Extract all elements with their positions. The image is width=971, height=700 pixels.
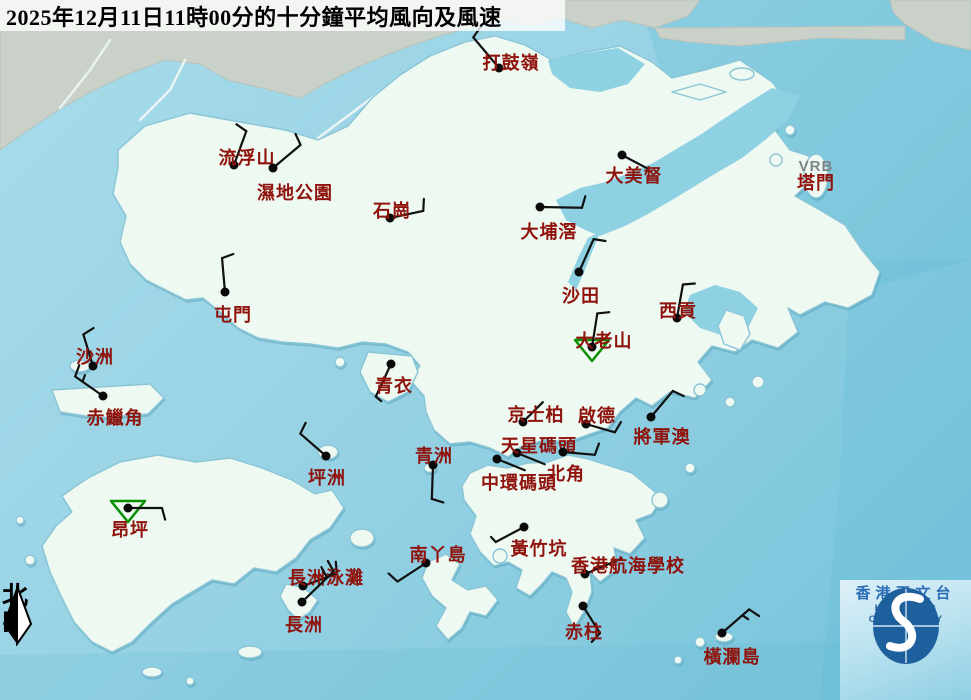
station-label: 香港航海學校 [570, 555, 685, 576]
station-dot[interactable] [493, 455, 502, 464]
station-dot[interactable] [575, 268, 584, 277]
wind-barb-shaft [432, 465, 433, 499]
map-title: 2025年12月11日11時00分的十分鐘平均風向及風速 [0, 0, 565, 31]
station-dot[interactable] [647, 413, 656, 422]
compass-needle-icon [2, 584, 36, 646]
station-label: 赤柱 [565, 621, 603, 642]
station-label: 西貢 [659, 301, 697, 321]
station-label: 沙洲 [76, 347, 114, 367]
station-dot[interactable] [618, 151, 627, 160]
wind-barb-tick [597, 312, 609, 313]
station-label: 北角 [547, 463, 585, 484]
wind-map: 打鼓嶺流浮山濕地公園石崗 大美督大埔滘沙田西貢大老山 屯門沙洲赤鱲角 青衣坪洲 青洲 京士… [0, 0, 971, 700]
station-label: 南丫島 [410, 544, 467, 565]
station-label: 啟德 [578, 405, 616, 426]
station-label: 黃竹坑 [510, 538, 568, 559]
station-dot[interactable] [536, 203, 545, 212]
wind-barb-tick [423, 199, 424, 211]
station-dot[interactable] [387, 360, 396, 369]
station-label: 屯門 [214, 304, 252, 325]
station-label: 大老山 [576, 330, 633, 351]
station-dot[interactable] [99, 392, 108, 401]
wind-barb-tick [683, 283, 695, 284]
basemap: 打鼓嶺流浮山濕地公園石崗 大美督大埔滘沙田西貢大老山 屯門沙洲赤鱲角 青衣坪洲 青洲 京士… [0, 0, 971, 700]
station-label: 昂坪 [111, 520, 149, 540]
station-dot[interactable] [221, 288, 230, 297]
station-label: 石崗 [372, 200, 411, 221]
north-indicator: 北 N [2, 584, 36, 638]
hko-logo[interactable]: 香港天文台 HONG KONG OBSERVATORY [840, 580, 971, 700]
hko-logo-icon [840, 580, 971, 668]
station-dot[interactable] [322, 452, 331, 461]
station-label: 打鼓嶺 [483, 52, 540, 73]
station-dot[interactable] [269, 164, 278, 173]
station-label: 中環碼頭 [481, 472, 557, 493]
station-label: 赤鱲角 [87, 407, 144, 428]
station-dot[interactable] [520, 523, 529, 532]
station-label: 京士柏 [508, 404, 565, 425]
station-label: 橫瀾島 [704, 646, 761, 667]
wind-barb-shaft [540, 207, 582, 208]
station-label: 沙田 [562, 286, 600, 306]
station-label: 青洲 [415, 446, 453, 466]
station-label: 流浮山 [219, 147, 276, 168]
station-label: 塔門 [797, 172, 835, 193]
station-dot[interactable] [298, 598, 307, 607]
station-label: 濕地公園 [257, 182, 333, 203]
station-label: 大美督 [606, 165, 663, 186]
station-label: 大埔滘 [521, 221, 578, 242]
station-label: 青衣 [375, 375, 413, 396]
station-dot[interactable] [579, 602, 588, 611]
station-label: 長洲 [285, 615, 323, 635]
station-dot[interactable] [559, 448, 568, 457]
station-label: 坪洲 [308, 468, 346, 488]
station-dot[interactable] [124, 504, 133, 513]
station-dot[interactable] [718, 629, 727, 638]
station-label: 將軍澳 [634, 426, 691, 447]
